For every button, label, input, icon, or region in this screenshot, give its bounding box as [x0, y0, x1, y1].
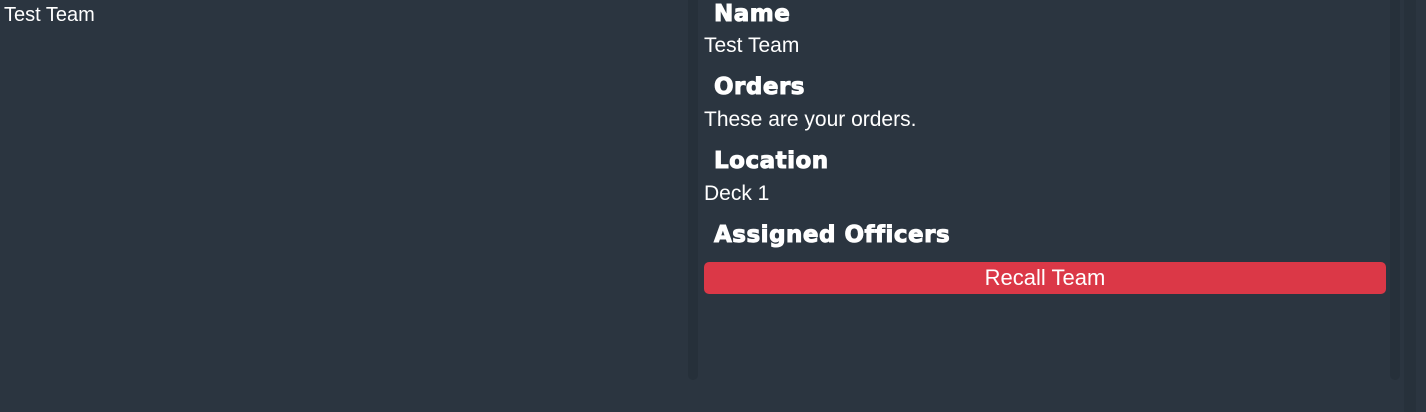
details-scrollbar[interactable] — [1390, 0, 1400, 380]
name-heading: Name — [713, 1, 791, 28]
recall-team-button[interactable]: Recall Team — [704, 262, 1386, 294]
orders-value: These are your orders. — [704, 108, 917, 131]
location-value: Deck 1 — [704, 182, 770, 205]
team-details: Name Test Team Orders These are your ord… — [704, 0, 1388, 380]
orders-heading: Orders — [714, 74, 806, 101]
team-list-scrollbar[interactable] — [688, 0, 698, 380]
assigned-officers-heading: Assigned Officers — [713, 222, 951, 249]
location-heading: Location — [714, 148, 829, 175]
away-team-panel: Test Team Name Test Team Orders These ar… — [0, 0, 1426, 412]
team-list: Test Team — [0, 0, 690, 380]
page-scrollbar[interactable] — [1404, 0, 1416, 412]
team-list-item[interactable]: Test Team — [4, 3, 95, 27]
team-name-value: Test Team — [704, 34, 800, 57]
